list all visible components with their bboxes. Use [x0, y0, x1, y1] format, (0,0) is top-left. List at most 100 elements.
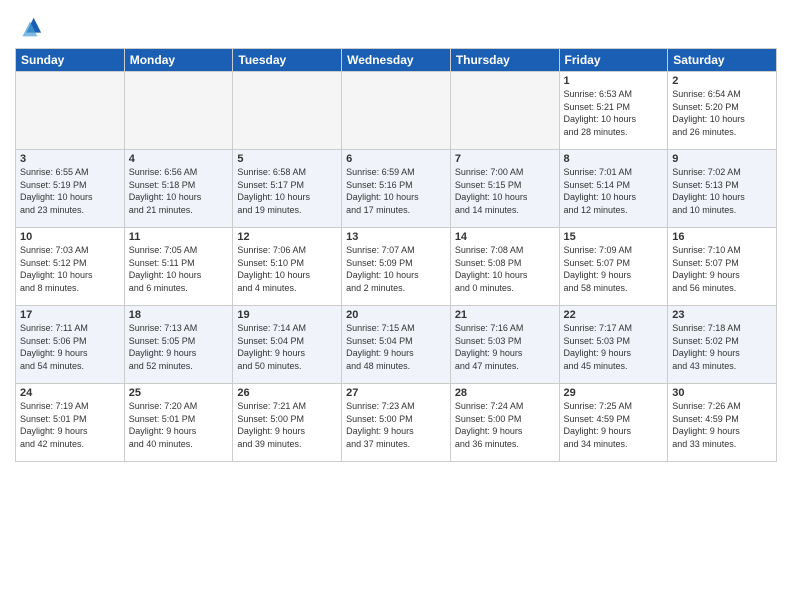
calendar-cell: 2Sunrise: 6:54 AM Sunset: 5:20 PM Daylig… [668, 72, 777, 150]
day-number: 11 [129, 231, 229, 243]
day-header-thursday: Thursday [450, 49, 559, 72]
day-number: 3 [20, 153, 120, 165]
calendar-week-2: 3Sunrise: 6:55 AM Sunset: 5:19 PM Daylig… [16, 150, 777, 228]
day-number: 26 [237, 387, 337, 399]
day-info: Sunrise: 7:23 AM Sunset: 5:00 PM Dayligh… [346, 400, 446, 450]
calendar-cell: 24Sunrise: 7:19 AM Sunset: 5:01 PM Dayli… [16, 384, 125, 462]
calendar-cell: 5Sunrise: 6:58 AM Sunset: 5:17 PM Daylig… [233, 150, 342, 228]
day-number: 20 [346, 309, 446, 321]
calendar-cell: 23Sunrise: 7:18 AM Sunset: 5:02 PM Dayli… [668, 306, 777, 384]
day-info: Sunrise: 7:03 AM Sunset: 5:12 PM Dayligh… [20, 244, 120, 294]
day-info: Sunrise: 7:06 AM Sunset: 5:10 PM Dayligh… [237, 244, 337, 294]
day-number: 10 [20, 231, 120, 243]
day-header-monday: Monday [124, 49, 233, 72]
day-number: 25 [129, 387, 229, 399]
calendar-cell [342, 72, 451, 150]
calendar-cell: 15Sunrise: 7:09 AM Sunset: 5:07 PM Dayli… [559, 228, 668, 306]
day-number: 9 [672, 153, 772, 165]
day-info: Sunrise: 7:24 AM Sunset: 5:00 PM Dayligh… [455, 400, 555, 450]
day-info: Sunrise: 7:25 AM Sunset: 4:59 PM Dayligh… [564, 400, 664, 450]
calendar-cell: 16Sunrise: 7:10 AM Sunset: 5:07 PM Dayli… [668, 228, 777, 306]
day-info: Sunrise: 7:17 AM Sunset: 5:03 PM Dayligh… [564, 322, 664, 372]
day-info: Sunrise: 7:20 AM Sunset: 5:01 PM Dayligh… [129, 400, 229, 450]
day-number: 18 [129, 309, 229, 321]
calendar-cell: 28Sunrise: 7:24 AM Sunset: 5:00 PM Dayli… [450, 384, 559, 462]
calendar-cell: 18Sunrise: 7:13 AM Sunset: 5:05 PM Dayli… [124, 306, 233, 384]
calendar-cell: 27Sunrise: 7:23 AM Sunset: 5:00 PM Dayli… [342, 384, 451, 462]
day-info: Sunrise: 6:54 AM Sunset: 5:20 PM Dayligh… [672, 88, 772, 138]
calendar-cell: 30Sunrise: 7:26 AM Sunset: 4:59 PM Dayli… [668, 384, 777, 462]
calendar-week-4: 17Sunrise: 7:11 AM Sunset: 5:06 PM Dayli… [16, 306, 777, 384]
page-container: SundayMondayTuesdayWednesdayThursdayFrid… [0, 0, 792, 467]
calendar-cell: 17Sunrise: 7:11 AM Sunset: 5:06 PM Dayli… [16, 306, 125, 384]
day-info: Sunrise: 6:56 AM Sunset: 5:18 PM Dayligh… [129, 166, 229, 216]
day-info: Sunrise: 6:55 AM Sunset: 5:19 PM Dayligh… [20, 166, 120, 216]
calendar-cell: 3Sunrise: 6:55 AM Sunset: 5:19 PM Daylig… [16, 150, 125, 228]
day-number: 8 [564, 153, 664, 165]
day-number: 14 [455, 231, 555, 243]
day-info: Sunrise: 7:14 AM Sunset: 5:04 PM Dayligh… [237, 322, 337, 372]
day-number: 6 [346, 153, 446, 165]
day-info: Sunrise: 7:01 AM Sunset: 5:14 PM Dayligh… [564, 166, 664, 216]
day-info: Sunrise: 7:11 AM Sunset: 5:06 PM Dayligh… [20, 322, 120, 372]
day-number: 16 [672, 231, 772, 243]
day-info: Sunrise: 7:15 AM Sunset: 5:04 PM Dayligh… [346, 322, 446, 372]
calendar-cell: 19Sunrise: 7:14 AM Sunset: 5:04 PM Dayli… [233, 306, 342, 384]
day-number: 1 [564, 75, 664, 87]
day-info: Sunrise: 7:16 AM Sunset: 5:03 PM Dayligh… [455, 322, 555, 372]
day-header-wednesday: Wednesday [342, 49, 451, 72]
calendar-cell: 21Sunrise: 7:16 AM Sunset: 5:03 PM Dayli… [450, 306, 559, 384]
day-info: Sunrise: 6:53 AM Sunset: 5:21 PM Dayligh… [564, 88, 664, 138]
day-number: 29 [564, 387, 664, 399]
day-info: Sunrise: 6:58 AM Sunset: 5:17 PM Dayligh… [237, 166, 337, 216]
calendar-cell: 12Sunrise: 7:06 AM Sunset: 5:10 PM Dayli… [233, 228, 342, 306]
day-info: Sunrise: 7:00 AM Sunset: 5:15 PM Dayligh… [455, 166, 555, 216]
day-number: 21 [455, 309, 555, 321]
calendar: SundayMondayTuesdayWednesdayThursdayFrid… [15, 48, 777, 462]
calendar-cell: 4Sunrise: 6:56 AM Sunset: 5:18 PM Daylig… [124, 150, 233, 228]
day-number: 15 [564, 231, 664, 243]
calendar-cell: 11Sunrise: 7:05 AM Sunset: 5:11 PM Dayli… [124, 228, 233, 306]
day-info: Sunrise: 7:21 AM Sunset: 5:00 PM Dayligh… [237, 400, 337, 450]
calendar-header-row: SundayMondayTuesdayWednesdayThursdayFrid… [16, 49, 777, 72]
day-info: Sunrise: 6:59 AM Sunset: 5:16 PM Dayligh… [346, 166, 446, 216]
day-info: Sunrise: 7:08 AM Sunset: 5:08 PM Dayligh… [455, 244, 555, 294]
calendar-cell: 29Sunrise: 7:25 AM Sunset: 4:59 PM Dayli… [559, 384, 668, 462]
day-number: 12 [237, 231, 337, 243]
day-number: 23 [672, 309, 772, 321]
calendar-cell: 7Sunrise: 7:00 AM Sunset: 5:15 PM Daylig… [450, 150, 559, 228]
day-info: Sunrise: 7:09 AM Sunset: 5:07 PM Dayligh… [564, 244, 664, 294]
day-info: Sunrise: 7:10 AM Sunset: 5:07 PM Dayligh… [672, 244, 772, 294]
calendar-week-5: 24Sunrise: 7:19 AM Sunset: 5:01 PM Dayli… [16, 384, 777, 462]
day-info: Sunrise: 7:18 AM Sunset: 5:02 PM Dayligh… [672, 322, 772, 372]
day-number: 30 [672, 387, 772, 399]
day-info: Sunrise: 7:26 AM Sunset: 4:59 PM Dayligh… [672, 400, 772, 450]
day-number: 22 [564, 309, 664, 321]
calendar-cell: 6Sunrise: 6:59 AM Sunset: 5:16 PM Daylig… [342, 150, 451, 228]
calendar-cell [16, 72, 125, 150]
day-number: 7 [455, 153, 555, 165]
calendar-week-1: 1Sunrise: 6:53 AM Sunset: 5:21 PM Daylig… [16, 72, 777, 150]
day-info: Sunrise: 7:19 AM Sunset: 5:01 PM Dayligh… [20, 400, 120, 450]
calendar-cell: 25Sunrise: 7:20 AM Sunset: 5:01 PM Dayli… [124, 384, 233, 462]
day-number: 13 [346, 231, 446, 243]
calendar-cell: 13Sunrise: 7:07 AM Sunset: 5:09 PM Dayli… [342, 228, 451, 306]
day-number: 27 [346, 387, 446, 399]
calendar-cell [450, 72, 559, 150]
header [15, 10, 777, 42]
day-number: 17 [20, 309, 120, 321]
day-number: 24 [20, 387, 120, 399]
day-info: Sunrise: 7:02 AM Sunset: 5:13 PM Dayligh… [672, 166, 772, 216]
logo-icon [15, 14, 43, 42]
calendar-cell: 10Sunrise: 7:03 AM Sunset: 5:12 PM Dayli… [16, 228, 125, 306]
day-header-saturday: Saturday [668, 49, 777, 72]
calendar-cell: 8Sunrise: 7:01 AM Sunset: 5:14 PM Daylig… [559, 150, 668, 228]
day-number: 19 [237, 309, 337, 321]
day-number: 28 [455, 387, 555, 399]
calendar-cell: 14Sunrise: 7:08 AM Sunset: 5:08 PM Dayli… [450, 228, 559, 306]
calendar-week-3: 10Sunrise: 7:03 AM Sunset: 5:12 PM Dayli… [16, 228, 777, 306]
calendar-cell: 26Sunrise: 7:21 AM Sunset: 5:00 PM Dayli… [233, 384, 342, 462]
day-header-friday: Friday [559, 49, 668, 72]
calendar-cell [233, 72, 342, 150]
calendar-cell: 20Sunrise: 7:15 AM Sunset: 5:04 PM Dayli… [342, 306, 451, 384]
